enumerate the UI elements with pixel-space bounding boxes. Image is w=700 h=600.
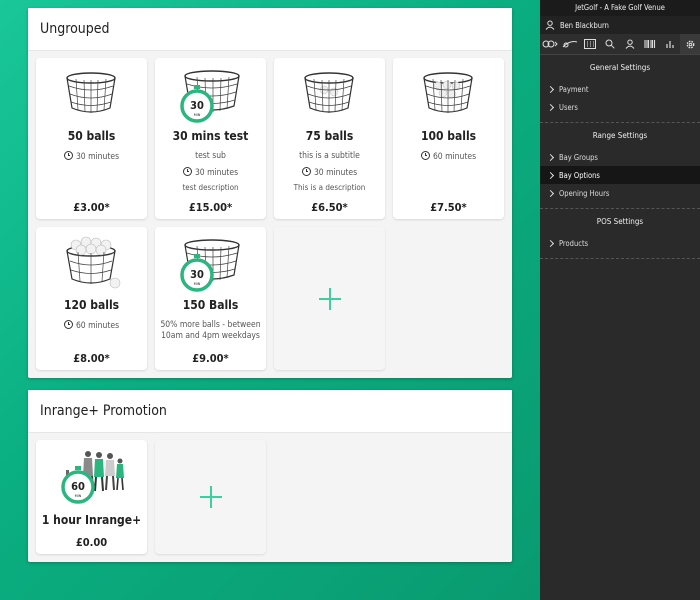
svg-text:30: 30 [190, 268, 204, 281]
product-card[interactable]: 30 MIN 150 Balls 50% more balls - betwee… [155, 227, 266, 370]
section-heading: General Settings [589, 63, 651, 72]
add-product-button[interactable] [155, 440, 266, 554]
wire-basket-image [423, 72, 473, 113]
card-description: This is a description [293, 183, 366, 192]
general-settings-section: General Settings Payment Users [540, 55, 700, 123]
product-card[interactable]: 60 MIN 1 hour Inrange+ £0.00 [36, 440, 147, 554]
card-duration: 30 minutes [40, 151, 143, 163]
product-card[interactable]: 50 balls 30 minutes £3.00* [36, 58, 147, 219]
sidebar-toolbar [540, 34, 700, 55]
timer-badge-icon: 60 MIN [61, 466, 95, 504]
svg-text:MIN: MIN [194, 282, 201, 286]
search-icon[interactable] [600, 34, 620, 54]
card-subtitle: test sub [195, 151, 226, 161]
barcode-icon[interactable] [640, 34, 660, 54]
bar-chart-icon[interactable] [660, 34, 680, 54]
group-panel-inrange-promotion: Inrange+ Promotion 60 MIN 1 hour Inrange… [28, 390, 512, 562]
sidebar-item-products[interactable]: Products [540, 234, 700, 252]
pos-settings-section: POS Settings Products [540, 209, 700, 259]
plus-icon [319, 288, 341, 310]
group-header: Inrange+ Promotion [28, 390, 512, 433]
product-card[interactable]: 120 balls 60 minutes £8.00* [36, 227, 147, 370]
settings-sidebar: JetGolf - A Fake Golf Venue Ben Blackbur… [540, 0, 700, 600]
card-name: 1 hour Inrange+ [41, 513, 142, 527]
golf-balls-icon[interactable] [540, 34, 560, 54]
card-duration: 60 minutes [397, 151, 500, 163]
card-name: 150 Balls [182, 298, 239, 312]
section-heading: Range Settings [592, 131, 648, 140]
group-header: Ungrouped [28, 8, 512, 51]
venue-title: JetGolf - A Fake Golf Venue [540, 0, 700, 16]
card-description: test description [182, 183, 239, 192]
chevron-right-icon [546, 171, 555, 179]
clock-icon [63, 320, 73, 329]
svg-text:30: 30 [190, 99, 204, 112]
card-price: £8.00* [73, 352, 110, 365]
card-name: 30 mins test [172, 129, 249, 143]
user-icon [545, 20, 555, 30]
card-price: £9.00* [192, 352, 229, 365]
chevron-right-icon [546, 103, 555, 111]
card-price: £3.00* [73, 201, 110, 214]
product-card[interactable]: 100 balls 60 minutes £7.50* [393, 58, 504, 219]
card-subtitle: this is a subtitle [299, 151, 360, 161]
card-name: 50 balls [67, 129, 116, 143]
sidebar-item-users[interactable]: Users [540, 98, 700, 116]
card-name: 100 balls [420, 129, 477, 143]
svg-text:MIN: MIN [194, 113, 201, 117]
product-card[interactable]: 75 balls this is a subtitle 30 minutes T… [274, 58, 385, 219]
timer-badge-icon: 30 MIN [180, 85, 214, 123]
card-price: £0.00 [75, 536, 108, 549]
group-panel-ungrouped: Ungrouped 50 balls 30 minutes £3.00* 30 … [28, 8, 512, 378]
card-price: £7.50* [430, 201, 467, 214]
sidebar-item-payment[interactable]: Payment [540, 80, 700, 98]
keypad-icon[interactable] [580, 34, 600, 54]
card-subtitle: 50% more balls - between 10am and 4pm we… [160, 320, 261, 341]
chevron-right-icon [546, 239, 555, 247]
wire-basket-image [304, 72, 354, 113]
svg-text:MIN: MIN [75, 494, 82, 498]
user-icon[interactable] [620, 34, 640, 54]
svg-text:60: 60 [71, 480, 85, 493]
group-title: Inrange+ Promotion [40, 403, 167, 419]
group-title: Ungrouped [40, 21, 110, 37]
user-name: Ben Blackburn [560, 20, 609, 30]
clock-icon [63, 151, 73, 160]
basket-with-balls-image [66, 236, 121, 289]
user-row[interactable]: Ben Blackburn [540, 16, 700, 34]
product-card[interactable]: 30 MIN 30 mins test test sub 30 minutes … [155, 58, 266, 219]
clock-icon [420, 151, 430, 160]
card-duration: 60 minutes [40, 320, 143, 332]
clock-icon [301, 167, 311, 176]
add-product-button[interactable] [274, 227, 385, 370]
card-price: £15.00* [188, 201, 233, 214]
card-duration: 30 minutes [159, 167, 262, 179]
clock-icon [182, 167, 192, 176]
sidebar-item-bay-options[interactable]: Bay Options [540, 166, 700, 184]
range-settings-section: Range Settings Bay Groups Bay Options Op… [540, 123, 700, 209]
sidebar-item-bay-groups[interactable]: Bay Groups [540, 148, 700, 166]
plus-icon [200, 486, 222, 508]
golf-club-icon[interactable] [560, 34, 580, 54]
chevron-right-icon [546, 85, 555, 93]
card-duration: 30 minutes [278, 167, 381, 179]
chevron-right-icon [546, 189, 555, 197]
section-heading: POS Settings [596, 217, 644, 226]
card-name: 120 balls [63, 298, 120, 312]
wire-basket-image [66, 72, 116, 113]
gear-icon[interactable] [680, 34, 700, 54]
main-area: Ungrouped 50 balls 30 minutes £3.00* 30 … [0, 0, 540, 600]
card-price: £6.50* [311, 201, 348, 214]
timer-badge-icon: 30 MIN [180, 254, 214, 292]
chevron-right-icon [546, 153, 555, 161]
sidebar-item-opening-hours[interactable]: Opening Hours [540, 184, 700, 202]
card-name: 75 balls [305, 129, 354, 143]
